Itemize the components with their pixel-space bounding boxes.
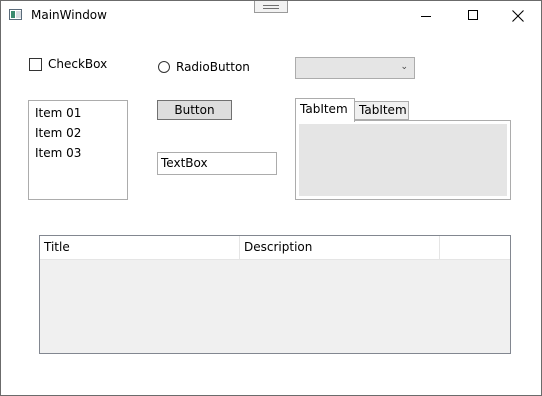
checkbox-label: CheckBox (48, 57, 108, 71)
data-grid[interactable]: Title Description (39, 235, 511, 354)
list-item[interactable]: Item 03 (35, 143, 81, 163)
chevron-down-icon: ⌄ (400, 62, 408, 72)
column-header-title[interactable]: Title (40, 236, 240, 259)
tab-control: TabItem TabItem (295, 98, 511, 200)
window-title: MainWindow (31, 8, 107, 22)
combobox[interactable]: ⌄ (295, 57, 415, 79)
checkbox-box[interactable] (29, 58, 42, 71)
list-item[interactable]: Item 02 (35, 123, 81, 143)
tab-panel (295, 120, 511, 200)
listbox[interactable]: Item 01 Item 02 Item 03 (28, 100, 128, 200)
list-item[interactable]: Item 01 (35, 103, 81, 123)
tab-item-1[interactable]: TabItem (295, 98, 355, 122)
grid-header: Title Description (40, 236, 510, 260)
maximize-button[interactable] (450, 1, 495, 31)
radio-label: RadioButton (176, 60, 250, 74)
maximize-icon (468, 10, 478, 20)
column-header-description[interactable]: Description (240, 236, 440, 259)
title-bar[interactable]: MainWindow (1, 1, 541, 31)
tab-item-2[interactable]: TabItem (354, 101, 409, 120)
textbox-value: TextBox (161, 156, 208, 170)
radio-circle[interactable] (158, 61, 170, 73)
close-button[interactable] (495, 1, 540, 31)
main-window: MainWindow CheckBox RadioButton ⌄ Item 0… (0, 0, 542, 396)
textbox[interactable]: TextBox (157, 152, 277, 175)
column-header-filler (440, 236, 510, 259)
tab-panel-content (299, 124, 507, 196)
minimize-button[interactable] (404, 1, 449, 31)
drag-handle-icon[interactable] (254, 1, 288, 13)
minimize-icon (421, 16, 431, 17)
app-icon (9, 9, 22, 20)
close-icon (512, 10, 524, 22)
button[interactable]: Button (157, 100, 232, 120)
